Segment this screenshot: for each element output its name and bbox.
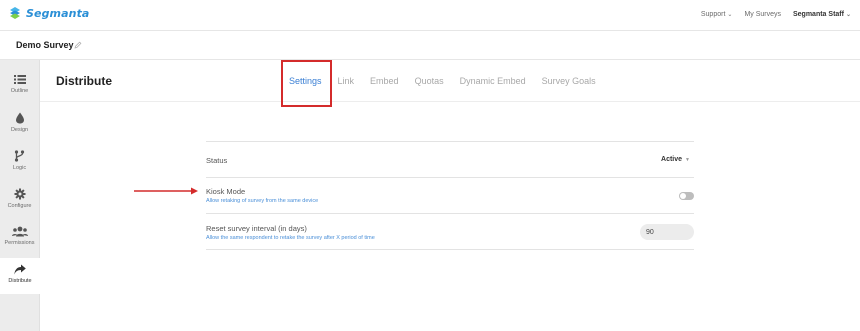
sidebar-item-design[interactable]: Design xyxy=(0,106,39,142)
sidebar-item-label: Outline xyxy=(10,88,29,94)
settings-panel: Status Active ▼ Kiosk Mode Allow retakin… xyxy=(206,141,694,250)
my-surveys-link[interactable]: My Surveys xyxy=(744,11,781,18)
kiosk-mode-toggle[interactable] xyxy=(679,192,694,200)
reset-interval-description: Allow the same respondent to retake the … xyxy=(206,235,375,241)
reset-interval-label: Reset survey interval (in days) xyxy=(206,224,307,233)
caret-down-icon: ▼ xyxy=(685,156,690,163)
survey-header: Demo Survey xyxy=(0,31,860,60)
sidebar-item-label: Logic xyxy=(12,165,27,171)
page-title: Distribute xyxy=(56,74,113,88)
branch-icon xyxy=(14,150,25,162)
share-arrow-icon xyxy=(14,264,26,275)
tab-dynamic-embed[interactable]: Dynamic Embed xyxy=(460,76,526,86)
pencil-icon[interactable] xyxy=(74,41,82,49)
annotation-arrow-icon xyxy=(134,187,198,195)
distribute-header: Distribute Settings Link Embed Quotas Dy… xyxy=(40,60,860,107)
kiosk-mode-row: Kiosk Mode Allow retaking of survey from… xyxy=(206,177,694,213)
tab-quotas[interactable]: Quotas xyxy=(415,76,444,86)
gear-icon xyxy=(14,188,25,200)
support-menu[interactable]: Support ⌄ xyxy=(701,11,733,18)
kiosk-mode-label: Kiosk Mode xyxy=(206,187,246,196)
logo[interactable]: Segmanta xyxy=(8,6,89,20)
segmanta-logo-icon xyxy=(10,7,20,19)
support-label: Support xyxy=(700,11,726,18)
sidebar-item-configure[interactable]: Configure xyxy=(0,182,39,218)
list-icon xyxy=(13,75,26,84)
sidebar-item-logic[interactable]: Logic xyxy=(0,144,39,180)
tab-link[interactable]: Link xyxy=(338,76,355,86)
sidebar-item-label: Distribute xyxy=(8,278,32,284)
status-value: Active xyxy=(661,156,683,163)
chevron-down-icon: ⌄ xyxy=(727,12,733,18)
user-menu[interactable]: Segmanta Staff ⌄ xyxy=(793,11,851,18)
sidebar-item-label: Design xyxy=(10,127,29,133)
users-icon xyxy=(11,226,28,237)
tab-survey-goals[interactable]: Survey Goals xyxy=(542,76,596,86)
tab-embed[interactable]: Embed xyxy=(370,76,399,86)
status-row: Status Active ▼ xyxy=(206,141,694,177)
kiosk-mode-description: Allow retaking of survey from the same d… xyxy=(206,198,319,204)
tab-settings[interactable]: Settings xyxy=(281,60,332,107)
sidebar-item-permissions[interactable]: Permissions xyxy=(0,220,39,256)
chevron-down-icon: ⌄ xyxy=(845,12,851,18)
droplet-icon xyxy=(15,112,24,124)
sidebar: Outline Design Logic Configure Permissio… xyxy=(0,60,40,331)
status-dropdown[interactable]: Active ▼ xyxy=(661,156,690,163)
status-label: Status xyxy=(206,156,228,165)
top-bar: Segmanta Support ⌄ My Surveys Segmanta S… xyxy=(0,0,860,31)
top-nav: Support ⌄ My Surveys Segmanta Staff ⌄ xyxy=(701,11,851,18)
toggle-knob xyxy=(680,193,686,199)
sidebar-item-distribute[interactable]: Distribute xyxy=(0,258,40,294)
survey-title: Demo Survey xyxy=(16,40,74,50)
sidebar-item-label: Permissions xyxy=(4,240,35,246)
distribute-tabs: Settings Link Embed Quotas Dynamic Embed… xyxy=(281,60,612,107)
user-name: Segmanta Staff xyxy=(793,11,844,18)
sidebar-item-outline[interactable]: Outline xyxy=(0,68,39,104)
reset-interval-input[interactable] xyxy=(640,224,694,240)
my-surveys-label: My Surveys xyxy=(744,11,781,18)
logo-text: Segmanta xyxy=(26,6,90,20)
sidebar-item-label: Configure xyxy=(7,203,32,209)
reset-interval-row: Reset survey interval (in days) Allow th… xyxy=(206,213,694,250)
